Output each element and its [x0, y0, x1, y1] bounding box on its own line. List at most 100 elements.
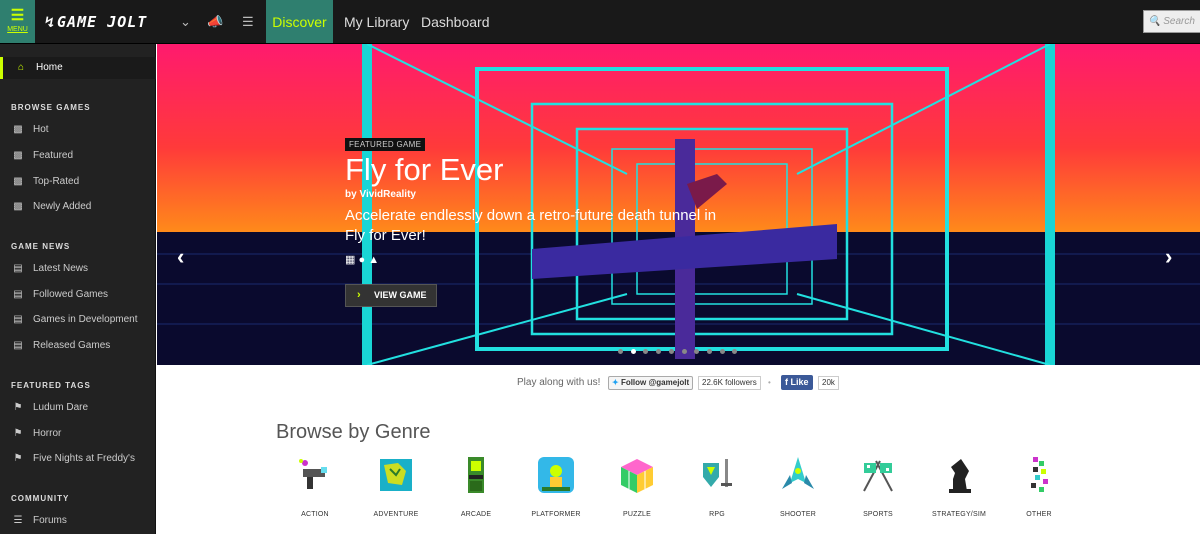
- sidebar-item-newly-added[interactable]: ▩ Newly Added: [0, 196, 156, 218]
- facebook-like-label: Like: [790, 377, 809, 387]
- sidebar-item-horror[interactable]: ⚑ Horror: [0, 423, 156, 445]
- slide-dot[interactable]: [668, 349, 674, 354]
- genre-strategy-sim[interactable]: STRATEGY/SIM: [919, 455, 999, 518]
- genre-action[interactable]: ACTION: [275, 455, 355, 518]
- featured-game-description: Accelerate endlessly down a retro-future…: [345, 207, 717, 244]
- genre-other[interactable]: OTHER: [999, 455, 1079, 518]
- separator-dot: •: [768, 378, 771, 387]
- sidebar-item-latest-news[interactable]: ▤ Latest News: [0, 258, 156, 280]
- browse-by-genre-heading: Browse by Genre: [276, 421, 431, 443]
- sidebar: ⌂ Home BROWSE GAMES ▩ Hot ▩ Featured ▩ Top-R…: [0, 44, 156, 534]
- search-placeholder: Search: [1163, 16, 1195, 27]
- sidebar-item-home[interactable]: ⌂ Home: [0, 57, 156, 79]
- slide-dot[interactable]: [706, 349, 712, 354]
- nav-discover[interactable]: Discover: [266, 0, 333, 43]
- genre-arcade[interactable]: ARCADE: [436, 455, 516, 518]
- platform-icons: ▦ ● ▲: [345, 253, 379, 266]
- chevron-down-icon[interactable]: ⌄: [180, 14, 191, 30]
- game-jolt-logo[interactable]: ↯ GAME JOLT: [45, 13, 147, 31]
- gamepad-icon: ▩: [13, 201, 23, 212]
- sidebar-item-five-nights[interactable]: ⚑ Five Nights at Freddy's: [0, 448, 156, 470]
- sidebar-item-label: Forums: [33, 515, 67, 526]
- ray-gun-icon: [299, 459, 327, 489]
- hamburger-icon: ☰: [10, 7, 25, 24]
- genre-label: STRATEGY/SIM: [932, 511, 986, 518]
- newspaper-icon: ▤: [13, 263, 23, 274]
- sidebar-item-label: Featured: [33, 150, 74, 161]
- sitemap-icon[interactable]: ☰: [242, 14, 254, 30]
- linux-icon: ▲: [368, 254, 380, 266]
- logo-text: GAME JOLT: [57, 13, 148, 31]
- twitter-follower-count: 22.6K followers: [698, 376, 761, 390]
- sidebar-item-label: Horror: [33, 428, 62, 439]
- view-game-button[interactable]: › VIEW GAME: [345, 284, 437, 307]
- nav-dashboard[interactable]: Dashboard: [421, 0, 490, 43]
- sidebar-item-label: Hot: [33, 124, 49, 135]
- sidebar-item-label: Home: [36, 62, 63, 73]
- tag-icon: ⚑: [13, 453, 23, 464]
- sidebar-item-label: Newly Added: [33, 201, 92, 212]
- slide-dot[interactable]: [618, 349, 623, 354]
- genre-adventure[interactable]: ADVENTURE: [356, 455, 436, 518]
- next-slide-arrow[interactable]: ›: [1165, 244, 1172, 270]
- sidebar-item-released-games[interactable]: ▤ Released Games: [0, 335, 156, 357]
- sidebar-item-featured[interactable]: ▩ Featured: [0, 145, 156, 167]
- twitter-follow-button[interactable]: ✦ Follow @gamejolt: [608, 376, 694, 390]
- featured-game-title[interactable]: Fly for Ever: [345, 152, 503, 188]
- platformer-icon: [538, 457, 574, 493]
- genre-label: RPG: [709, 511, 725, 518]
- previous-slide-arrow[interactable]: ‹: [177, 244, 184, 270]
- slide-dot[interactable]: [630, 349, 636, 354]
- sidebar-item-forums[interactable]: ☰ Forums: [0, 510, 156, 532]
- sidebar-item-followed-games[interactable]: ▤ Followed Games: [0, 284, 156, 306]
- genre-label: PLATFORMER: [531, 511, 581, 518]
- facebook-like-count: 20k: [818, 376, 839, 390]
- newspaper-icon: ▤: [13, 314, 23, 325]
- sidebar-item-games-in-development[interactable]: ▤ Games in Development: [0, 309, 156, 331]
- featured-banner[interactable]: FEATURED GAME Fly for Ever by VividReali…: [157, 44, 1200, 365]
- genre-label: SPORTS: [863, 511, 893, 518]
- nav-my-library[interactable]: My Library: [344, 0, 409, 43]
- spaceship-icon: [782, 457, 814, 489]
- map-icon: [380, 459, 412, 491]
- arcade-cabinet-icon: [468, 457, 484, 493]
- gamepad-icon: ▩: [13, 150, 23, 161]
- sitemap-icon: ☰: [13, 515, 23, 526]
- genre-label: ACTION: [301, 511, 329, 518]
- facebook-icon: f: [785, 377, 788, 387]
- featured-game-developer[interactable]: by VividReality: [345, 189, 416, 200]
- chevron-right-icon: ›: [357, 289, 361, 301]
- facebook-like-button[interactable]: f Like: [781, 375, 813, 390]
- section-heading-browse-games: BROWSE GAMES: [11, 103, 91, 112]
- newspaper-icon: ▤: [13, 289, 23, 300]
- chess-knight-icon: [949, 459, 971, 493]
- genre-sports[interactable]: SPORTS: [838, 455, 918, 518]
- bolt-icon: ↯: [45, 13, 56, 31]
- racing-flags-icon: [863, 460, 893, 492]
- menu-button[interactable]: ☰ MENU: [0, 0, 35, 43]
- menu-label: MENU: [7, 26, 28, 33]
- genre-rpg[interactable]: RPG: [677, 455, 757, 518]
- gamepad-icon: ▩: [13, 176, 23, 187]
- sidebar-item-top-rated[interactable]: ▩ Top-Rated: [0, 171, 156, 193]
- home-icon: ⌂: [17, 62, 25, 73]
- sidebar-item-ludum-dare[interactable]: ⚑ Ludum Dare: [0, 397, 156, 419]
- genre-label: ADVENTURE: [373, 511, 419, 518]
- genre-puzzle[interactable]: PUZZLE: [597, 455, 677, 518]
- sidebar-item-label: Games in Development: [33, 314, 138, 325]
- genre-platformer[interactable]: PLATFORMER: [516, 455, 596, 518]
- windows-icon: ▦: [345, 254, 356, 266]
- sidebar-item-label: Top-Rated: [33, 176, 80, 187]
- section-heading-community: COMMUNITY: [11, 494, 70, 503]
- sidebar-item-hot[interactable]: ▩ Hot: [0, 119, 156, 141]
- tag-icon: ⚑: [13, 428, 23, 439]
- sidebar-item-label: Five Nights at Freddy's: [33, 453, 135, 464]
- genre-shooter[interactable]: SHOOTER: [758, 455, 838, 518]
- slide-dot[interactable]: [681, 349, 687, 354]
- sidebar-item-label: Latest News: [33, 263, 89, 274]
- top-bar: ☰ MENU ↯ GAME JOLT ⌄ 📣 ☰ Discover My Libr…: [0, 0, 1200, 44]
- sidebar-item-label: Followed Games: [33, 289, 109, 300]
- megaphone-icon[interactable]: 📣: [207, 14, 223, 30]
- slide-dot[interactable]: [719, 349, 725, 354]
- search-input[interactable]: 🔍 Search: [1143, 10, 1200, 33]
